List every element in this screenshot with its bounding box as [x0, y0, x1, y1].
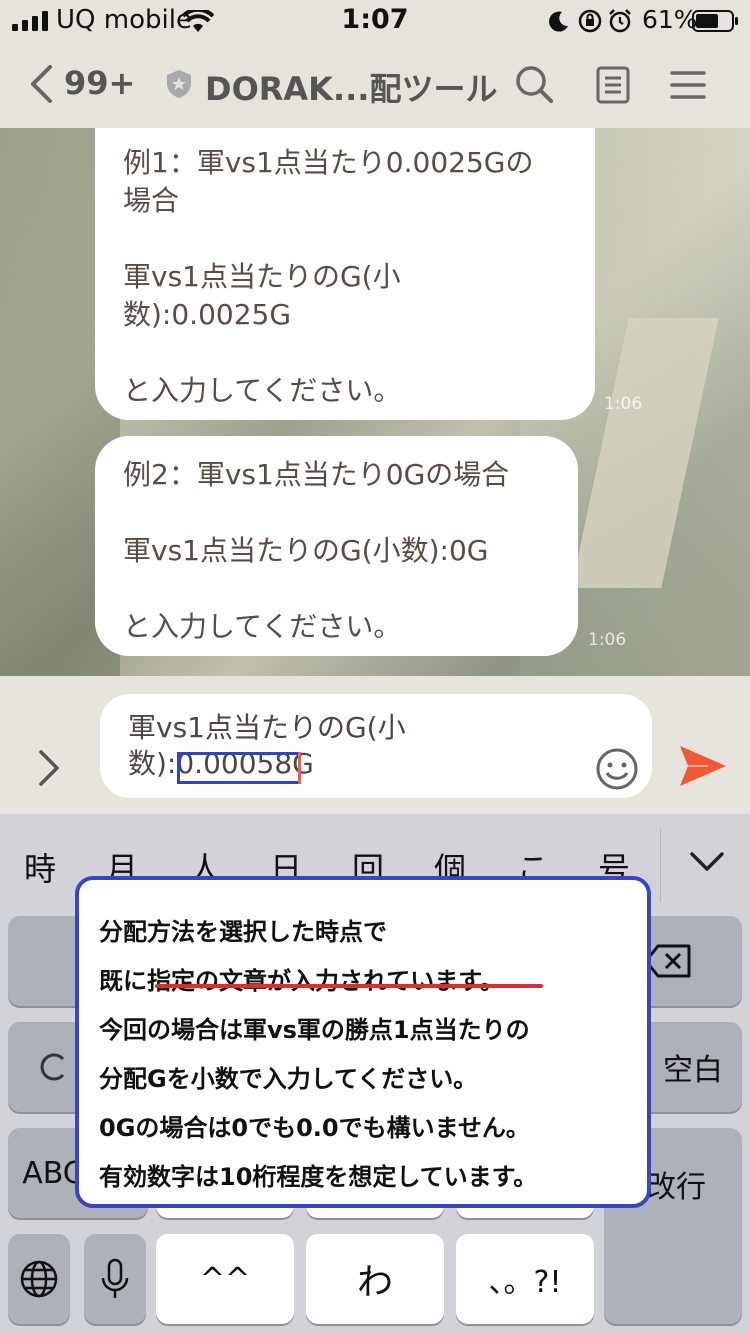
selection-highlight [177, 752, 301, 784]
notes-icon[interactable] [596, 66, 630, 104]
send-icon[interactable] [678, 744, 728, 788]
annotation-line: 有効数字は10桁程度を想定しています。 [99, 1163, 538, 1191]
status-bar: UQ mobile 1:07 61% [0, 0, 750, 42]
candidate-divider [660, 828, 661, 902]
annotation-line: 今回の場合は軍vs軍の勝点1点当たりの [99, 1016, 530, 1044]
message-timestamp: 1:06 [604, 394, 643, 414]
annotation-callout: 分配方法を選択した時点で 既に指定の文章が入力されています。 今回の場合は軍vs… [75, 876, 651, 1208]
alarm-icon [609, 9, 631, 33]
face-key-label: ^^ [199, 1261, 251, 1297]
annotation-line: 分配Gを小数で入力してください。 [99, 1065, 478, 1093]
battery-icon [692, 10, 738, 32]
chevron-down-icon[interactable] [688, 848, 726, 876]
space-key-label: 空白 [663, 1053, 723, 1088]
rotation-lock-icon [578, 9, 602, 33]
moon-icon [549, 11, 568, 32]
wa-key[interactable]: わ [306, 1234, 444, 1324]
chat-header: 99+ DORAK...配ツール [0, 42, 750, 128]
menu-icon[interactable] [670, 70, 706, 100]
return-key-label: 改行 [646, 1170, 706, 1205]
clock: 1:07 [341, 4, 409, 35]
annotation-line: 分配方法を選択した時点で [99, 918, 387, 946]
text-cursor [298, 752, 301, 784]
back-chevron-icon[interactable] [28, 64, 54, 104]
message-bubble[interactable]: 例1：軍vs1点当たり0.0025Gの 場合 軍vs1点当たりのG(小 数):0… [95, 128, 595, 420]
message-bubble[interactable]: 例2：軍vs1点当たり0Gの場合 軍vs1点当たりのG(小数):0G と入力して… [95, 436, 578, 656]
chat-area[interactable]: 例1：軍vs1点当たり0.0025Gの 場合 軍vs1点当たりのG(小 数):0… [0, 128, 750, 676]
search-icon[interactable] [514, 64, 554, 104]
punctuation-key[interactable]: 、。?! [456, 1234, 594, 1324]
microphone-icon [101, 1258, 129, 1298]
microphone-key[interactable] [84, 1234, 146, 1324]
message-timestamp: 1:06 [588, 630, 627, 650]
face-key[interactable]: ^^ [156, 1234, 294, 1324]
globe-icon [20, 1260, 58, 1298]
message-input[interactable]: 軍vs1点当たりのG(小 数):0.00058G [100, 694, 652, 798]
backspace-icon [644, 944, 691, 978]
globe-key[interactable] [8, 1234, 70, 1324]
chat-title: DORAK...配ツール [205, 70, 498, 108]
annotation-line: 0Gの場合は0でも0.0でも構いません。 [99, 1114, 530, 1142]
annotation-line: 既に指定の文章が入力されています。 [99, 967, 504, 995]
unread-count[interactable]: 99+ [64, 64, 135, 102]
emphasis-underline [155, 984, 543, 988]
punctuation-key-label: 、。?! [488, 1265, 562, 1300]
message-input-bar: 軍vs1点当たりのG(小 数):0.00058G [0, 676, 750, 814]
expand-chevron-icon[interactable] [30, 744, 66, 792]
candidate-word[interactable]: 時 [10, 844, 70, 890]
wa-key-label: わ [356, 1262, 393, 1303]
verified-shield-icon [167, 70, 191, 98]
emoji-icon[interactable] [595, 747, 639, 791]
undo-icon [40, 1053, 65, 1081]
battery-percent: 61% [642, 5, 698, 34]
